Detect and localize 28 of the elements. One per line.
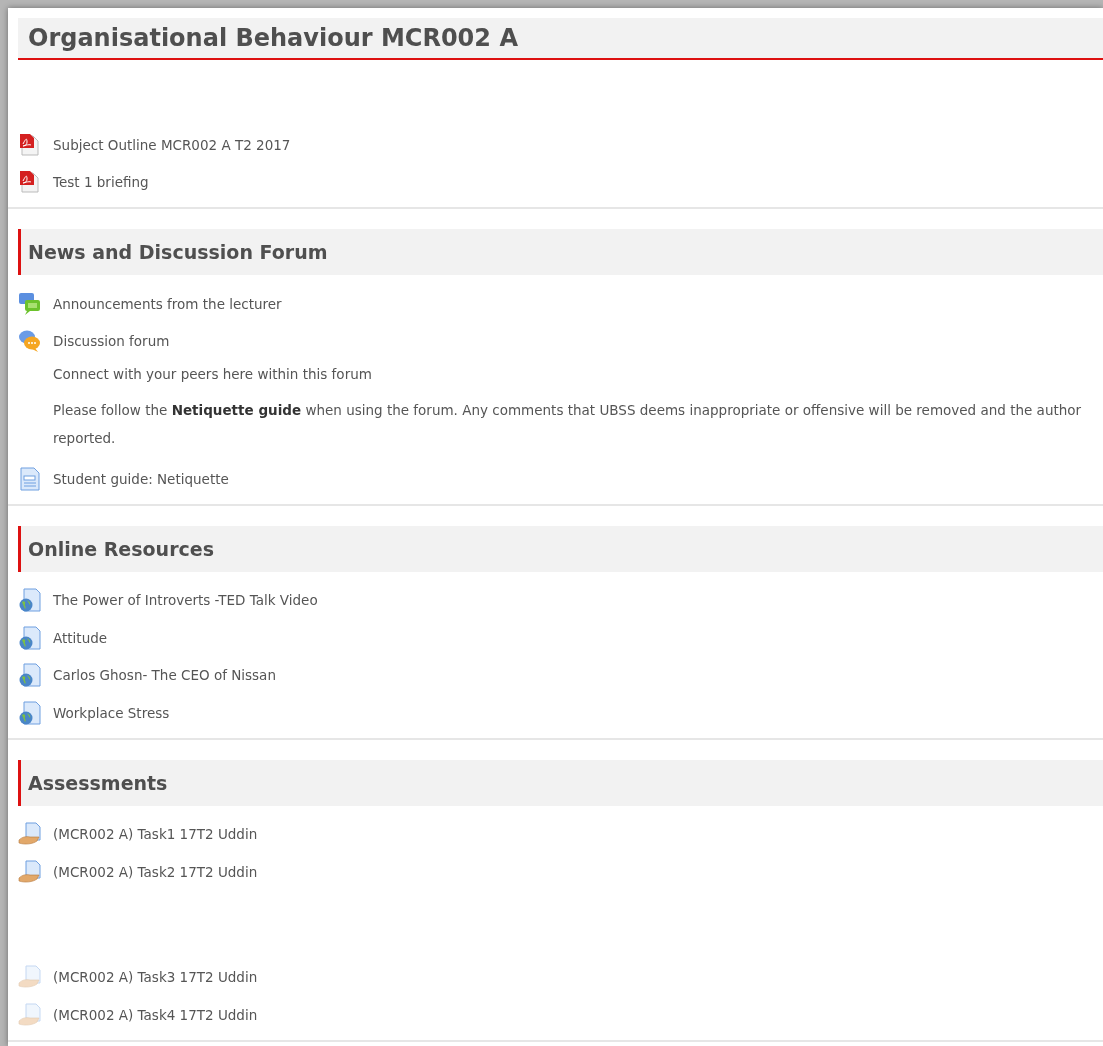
description-text: Connect with your peers here within this forum	[53, 365, 373, 384]
activity-link[interactable]: Subject Outline MCR002 A T2 2017	[53, 136, 291, 153]
description-text: Please follow the Netiquette guide when using the forum. Any comments that UBSS deems inappropriate or offensive will be removed and the author reported.	[53, 401, 1083, 448]
document-icon	[18, 466, 42, 491]
activity-link[interactable]: Test 1 briefing	[53, 174, 149, 191]
activity-link[interactable]: (MCR002 A) Task2 17T2 Uddin	[53, 863, 258, 880]
activity-link[interactable]: (MCR002 A) Task3 17T2 Uddin	[53, 969, 258, 986]
globe-document-icon	[18, 625, 42, 650]
globe-document-icon	[18, 588, 42, 613]
activity-link[interactable]: Carlos Ghosn- The CEO of Nissan	[53, 667, 276, 684]
activity-link[interactable]: (MCR002 A) Task4 17T2 Uddin	[53, 1006, 258, 1023]
globe-document-icon	[18, 700, 42, 725]
activity-link[interactable]: Discussion forum	[53, 333, 170, 350]
activity-link[interactable]: Announcements from the lecturer	[53, 295, 282, 312]
activity-link[interactable]: Attitude	[53, 629, 108, 646]
section-title: Assessments	[28, 771, 168, 794]
chat-bubbles-icon	[18, 329, 42, 354]
pdf-icon	[18, 132, 42, 157]
chat-bubbles-icon	[18, 291, 42, 316]
activity-link[interactable]: Workplace Stress	[53, 704, 170, 721]
pdf-icon	[18, 170, 42, 195]
section-title: Online Resources	[28, 537, 214, 560]
section-title: News and Discussion Forum	[28, 241, 328, 263]
activity-link[interactable]: (MCR002 A) Task1 17T2 Uddin	[53, 826, 258, 843]
activity-link[interactable]: Student guide: Netiquette	[53, 470, 229, 487]
globe-document-icon	[18, 663, 42, 688]
activity-link[interactable]: The Power of Introverts -TED Talk Video	[53, 592, 318, 609]
course-title: Organisational Behaviour MCR002 A	[28, 24, 518, 52]
